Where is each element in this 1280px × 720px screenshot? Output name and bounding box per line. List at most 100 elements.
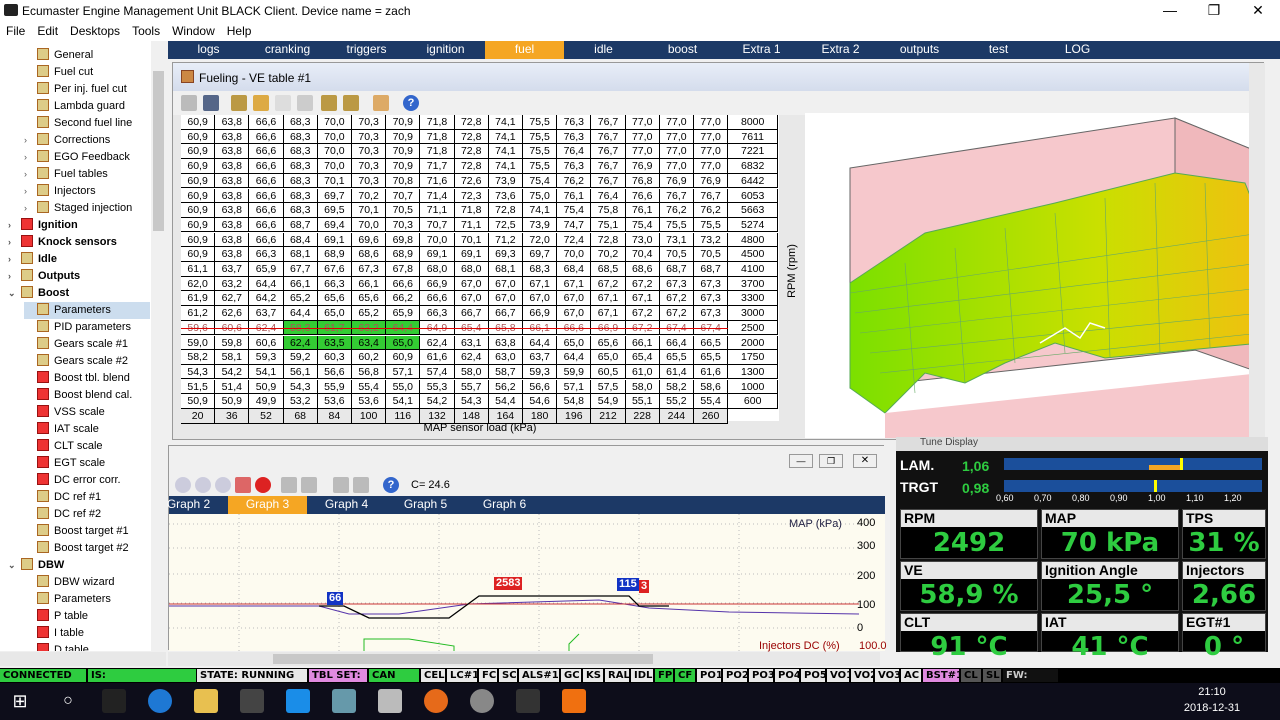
tree-item[interactable]: Boost tbl. blend <box>24 370 150 387</box>
ve-cell[interactable]: 63,8 <box>215 173 250 189</box>
interpolate-icon[interactable] <box>253 95 269 111</box>
ve-cell[interactable]: 66,6 <box>249 203 284 218</box>
ve-cell[interactable]: 67,0 <box>523 291 558 306</box>
ve-cell[interactable]: 67,2 <box>625 306 660 321</box>
ve-cell[interactable]: 76,3 <box>557 129 592 145</box>
ve-cell[interactable]: 77,0 <box>625 115 660 130</box>
maximize-button[interactable]: ❐ <box>1192 0 1236 21</box>
ve-cell[interactable]: 57,4 <box>420 364 455 380</box>
tree-item[interactable]: › Injectors <box>24 183 150 200</box>
rpm-axis-cell[interactable]: 6053 <box>728 188 779 204</box>
ve-cell[interactable]: 54,9 <box>591 394 626 409</box>
ve-cell[interactable]: 66,1 <box>625 335 660 351</box>
ve-cell[interactable]: 66,3 <box>420 306 455 321</box>
ve-cell[interactable]: 67,3 <box>352 262 387 277</box>
ve-cell[interactable]: 66,7 <box>454 306 489 321</box>
tree-item[interactable]: Second fuel line <box>24 115 150 132</box>
ve-cell[interactable]: 56,2 <box>488 379 523 395</box>
ve-cell[interactable]: 72,8 <box>454 144 489 159</box>
ve-cell[interactable]: 70,3 <box>352 129 387 145</box>
ve-cell[interactable]: 63,8 <box>215 203 250 218</box>
ve-cell[interactable]: 69,7 <box>523 247 558 262</box>
ve-cell[interactable]: 63,2 <box>215 276 250 292</box>
ve-cell[interactable]: 70,0 <box>420 232 455 248</box>
ve-cell[interactable]: 70,0 <box>317 129 352 145</box>
zoom-out-icon[interactable] <box>195 477 211 493</box>
ve-cell[interactable]: 76,3 <box>557 115 592 130</box>
ve-cell[interactable]: 74,1 <box>488 159 523 174</box>
tree-item[interactable]: › EGO Feedback <box>24 149 150 166</box>
ve-cell[interactable]: 70,5 <box>694 247 729 262</box>
ve-cell[interactable]: 66,3 <box>249 247 284 262</box>
ve-cell[interactable]: 59,2 <box>283 350 318 365</box>
expand-icon[interactable]: › <box>8 251 18 268</box>
menu-desktops[interactable]: Desktops <box>64 21 126 41</box>
ve-cell[interactable]: 76,7 <box>591 159 626 174</box>
ve-cell[interactable]: 77,0 <box>659 159 694 174</box>
ve-cell[interactable]: 75,4 <box>625 217 660 233</box>
ve-cell[interactable]: 60,9 <box>181 144 216 159</box>
ve-cell[interactable]: 59,9 <box>557 364 592 380</box>
ve-cell[interactable]: 66,4 <box>659 335 694 351</box>
graph-tab[interactable]: Graph 6 <box>465 496 544 514</box>
open-icon[interactable] <box>181 95 197 111</box>
ve-cell[interactable]: 57,1 <box>386 364 421 380</box>
ve-cell[interactable]: 70,9 <box>386 159 421 174</box>
ve-cell[interactable]: 73,1 <box>659 232 694 248</box>
ve-cell[interactable]: 76,2 <box>659 203 694 218</box>
tree-item[interactable]: Gears scale #2 <box>24 353 150 370</box>
ve-cell[interactable]: 54,3 <box>181 364 216 380</box>
ve-cell[interactable]: 76,2 <box>694 203 729 218</box>
ve-cell[interactable]: 77,0 <box>694 115 729 130</box>
menu-file[interactable]: File <box>0 21 31 41</box>
ve-cell[interactable]: 66,3 <box>317 276 352 292</box>
ve-cell[interactable]: 69,1 <box>317 232 352 248</box>
tree-item[interactable]: › Ignition <box>8 217 150 234</box>
ve-cell[interactable]: 60,9 <box>181 247 216 262</box>
ve-cell[interactable]: 68,4 <box>557 262 592 277</box>
ve-cell[interactable]: 54,1 <box>249 364 284 380</box>
ve-cell[interactable]: 66,6 <box>386 276 421 292</box>
ve-cell[interactable]: 68,4 <box>283 232 318 248</box>
ve-cell[interactable]: 70,2 <box>352 188 387 204</box>
ve-cell[interactable]: 59,0 <box>181 335 216 351</box>
ve-cell[interactable]: 54,4 <box>488 394 523 409</box>
ve-cell[interactable]: 70,2 <box>591 247 626 262</box>
ve-cell[interactable]: 65,6 <box>352 291 387 306</box>
ve-cell[interactable]: 68,3 <box>283 144 318 159</box>
ve-cell[interactable]: 63,7 <box>249 306 284 321</box>
ve-cell[interactable]: 60,2 <box>352 350 387 365</box>
tree-item[interactable]: › Idle <box>8 251 150 268</box>
ve-cell[interactable]: 65,0 <box>317 306 352 321</box>
ve-cell[interactable]: 74,7 <box>557 217 592 233</box>
ve-cell[interactable]: 53,6 <box>317 394 352 409</box>
ve-cell[interactable]: 59,8 <box>215 335 250 351</box>
ve-cell[interactable]: 68,7 <box>659 262 694 277</box>
rpm-axis-cell[interactable]: 4500 <box>728 247 779 262</box>
ve-cell[interactable]: 71,1 <box>420 203 455 218</box>
ve-cell[interactable]: 63,8 <box>215 188 250 204</box>
ve-cell[interactable]: 64,4 <box>523 335 558 351</box>
ve-cell[interactable]: 58,1 <box>215 350 250 365</box>
ve-cell[interactable]: 76,4 <box>557 144 592 159</box>
ve-cell[interactable]: 63,8 <box>215 217 250 233</box>
ve-cell[interactable]: 71,8 <box>420 115 455 130</box>
tree-item[interactable]: CLT scale <box>24 438 150 455</box>
ve-cell[interactable]: 66,2 <box>386 291 421 306</box>
menu-help[interactable]: Help <box>221 21 258 41</box>
help-icon[interactable]: ? <box>403 95 419 111</box>
ve-cell[interactable]: 58,0 <box>454 364 489 380</box>
menu-edit[interactable]: Edit <box>31 21 64 41</box>
ve-cell[interactable]: 68,0 <box>420 262 455 277</box>
ve-cell[interactable]: 66,9 <box>420 276 455 292</box>
ve-cell[interactable]: 59,3 <box>523 364 558 380</box>
ve-cell[interactable]: 60,9 <box>181 217 216 233</box>
ve-cell[interactable]: 60,9 <box>181 203 216 218</box>
ve-cell[interactable]: 56,8 <box>352 364 387 380</box>
ve-cell[interactable]: 68,3 <box>283 173 318 189</box>
rpm-axis-cell[interactable]: 1000 <box>728 379 779 395</box>
ve-cell[interactable]: 77,0 <box>659 115 694 130</box>
ve-cell[interactable]: 70,4 <box>625 247 660 262</box>
marker-icon[interactable] <box>235 477 251 493</box>
chart-icon[interactable] <box>353 477 369 493</box>
